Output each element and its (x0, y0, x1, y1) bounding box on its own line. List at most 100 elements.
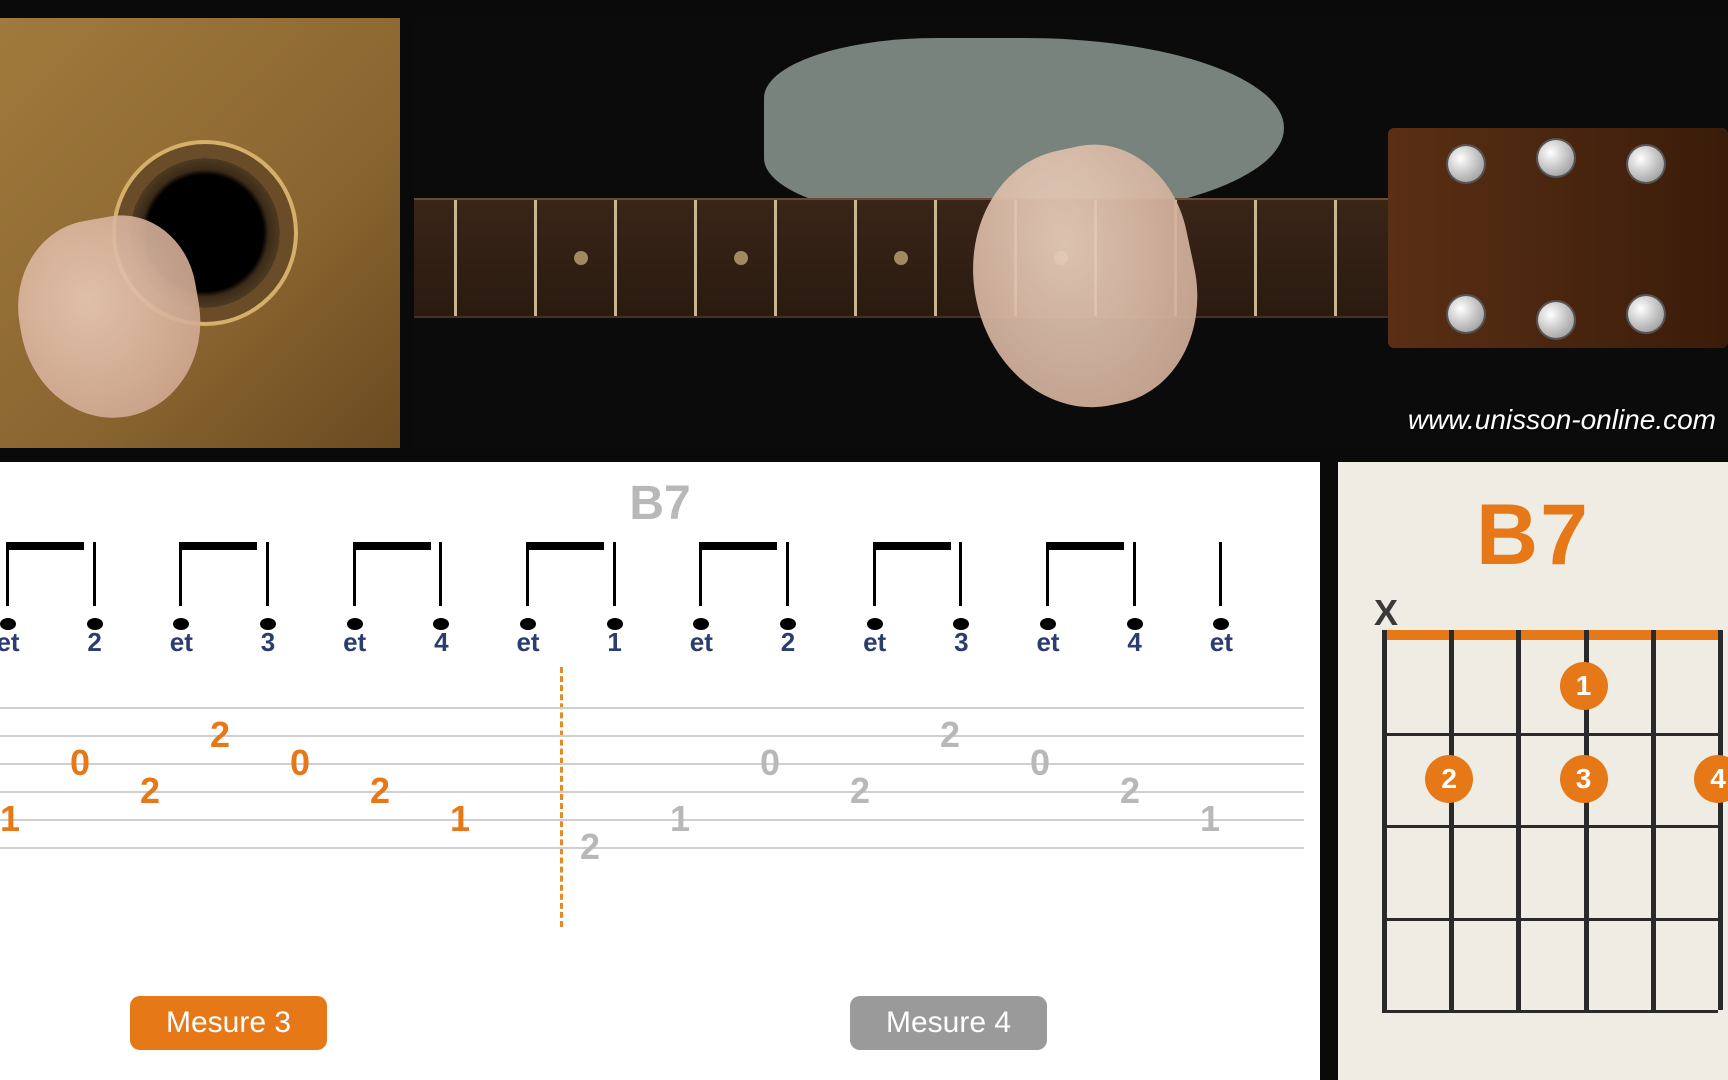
beat-count: et (1191, 627, 1251, 658)
diagram-string (1718, 630, 1723, 1010)
tab-fret-number: 2 (1120, 770, 1140, 812)
tuning-peg (1538, 302, 1574, 338)
beat-count: et (0, 627, 38, 658)
diagram-fret (1382, 733, 1718, 736)
fret-wire (774, 200, 777, 316)
note-stem (873, 542, 876, 606)
tab-fret-number: 1 (0, 798, 20, 840)
guitar-headstock (1388, 128, 1728, 348)
tab-fret-number: 0 (290, 742, 310, 784)
guitar-neck (414, 198, 1528, 318)
beat-count: et (498, 627, 558, 658)
diagram-fret (1382, 825, 1718, 828)
tab-lines: 102202121022021 (0, 707, 1304, 877)
bar-divider (560, 667, 563, 927)
beat-count: et (151, 627, 211, 658)
video-strumming-hand (0, 18, 400, 448)
beat-count: 3 (931, 627, 991, 658)
tuning-peg (1628, 146, 1664, 182)
tab-fret-number: 1 (1200, 798, 1220, 840)
beat-count: et (671, 627, 731, 658)
note-stem (179, 542, 182, 606)
measure-badge-idle: Mesure 4 (850, 996, 1047, 1050)
beat-count: et (1018, 627, 1078, 658)
tuning-peg (1628, 296, 1664, 332)
tab-fret-number: 1 (450, 798, 470, 840)
tab-fret-number: 2 (850, 770, 870, 812)
chord-name: B7 (1476, 486, 1590, 585)
beam (6, 542, 84, 550)
tab-fret-number: 2 (140, 770, 160, 812)
beam (873, 542, 951, 550)
rhythm-notation: et2et3et4et1et2et3et4et (0, 542, 1304, 652)
note-stem (353, 542, 356, 606)
tab-fret-number: 1 (670, 798, 690, 840)
diagram-string (1516, 630, 1521, 1010)
finger-marker: 1 (1560, 662, 1608, 710)
tab-string-line (0, 791, 1304, 793)
note-stem (1133, 542, 1136, 606)
fret-wire (1254, 200, 1257, 316)
tab-fret-number: 2 (940, 714, 960, 756)
tuning-peg (1538, 140, 1574, 176)
note-stem (6, 542, 9, 606)
video-row: www.unisson-online.com (0, 18, 1728, 448)
tab-string-line (0, 735, 1304, 737)
note-stem (699, 542, 702, 606)
fret-wire (534, 200, 537, 316)
beat-count: 4 (1105, 627, 1165, 658)
beam (179, 542, 257, 550)
note-stem (266, 542, 269, 606)
beat-count: 2 (758, 627, 818, 658)
tuning-peg (1448, 146, 1484, 182)
tab-fret-number: 2 (210, 714, 230, 756)
watermark-url: www.unisson-online.com (1408, 404, 1716, 436)
tab-string-line (0, 819, 1304, 821)
finger-marker: 2 (1425, 755, 1473, 803)
muted-string-marker: X (1374, 592, 1398, 634)
fret-wire (454, 200, 457, 316)
note-stem (786, 542, 789, 606)
beat-count: 4 (411, 627, 471, 658)
tuning-peg (1448, 296, 1484, 332)
instruction-area: B7 et2et3et4et1et2et3et4et 1022021210220… (0, 462, 1728, 1080)
fret-marker-dot (734, 251, 748, 265)
note-stem (1046, 542, 1049, 606)
chord-diagram-panel: B7 X 1234 (1338, 462, 1728, 1080)
fret-wire (934, 200, 937, 316)
beam (353, 542, 431, 550)
video-fretting-hand: www.unisson-online.com (414, 18, 1728, 448)
fret-wire (694, 200, 697, 316)
note-stem (613, 542, 616, 606)
tab-fret-number: 2 (580, 826, 600, 868)
fret-wire (614, 200, 617, 316)
note-stem (93, 542, 96, 606)
note-stem (439, 542, 442, 606)
diagram-string (1449, 630, 1454, 1010)
diagram-string (1651, 630, 1656, 1010)
beam (526, 542, 604, 550)
beat-count: et (845, 627, 905, 658)
diagram-fret (1382, 1010, 1718, 1013)
tab-string-line (0, 847, 1304, 849)
diagram-fret (1382, 918, 1718, 921)
note-stem (959, 542, 962, 606)
tablature-panel: B7 et2et3et4et1et2et3et4et 1022021210220… (0, 462, 1320, 1080)
fret-wire (1334, 200, 1337, 316)
fret-wire (854, 200, 857, 316)
beat-count: 3 (238, 627, 298, 658)
tab-fret-number: 2 (370, 770, 390, 812)
diagram-string (1382, 630, 1387, 1010)
fret-marker-dot (894, 251, 908, 265)
chord-grid: 1234 (1382, 630, 1718, 1010)
beat-count: 1 (585, 627, 645, 658)
beat-count: 2 (65, 627, 125, 658)
fret-marker-dot (574, 251, 588, 265)
current-chord-label: B7 (629, 476, 690, 531)
beam (1046, 542, 1124, 550)
tab-string-line (0, 707, 1304, 709)
measure-badge-active: Mesure 3 (130, 996, 327, 1050)
finger-marker: 4 (1694, 755, 1728, 803)
tab-string-line (0, 763, 1304, 765)
tab-fret-number: 0 (760, 742, 780, 784)
